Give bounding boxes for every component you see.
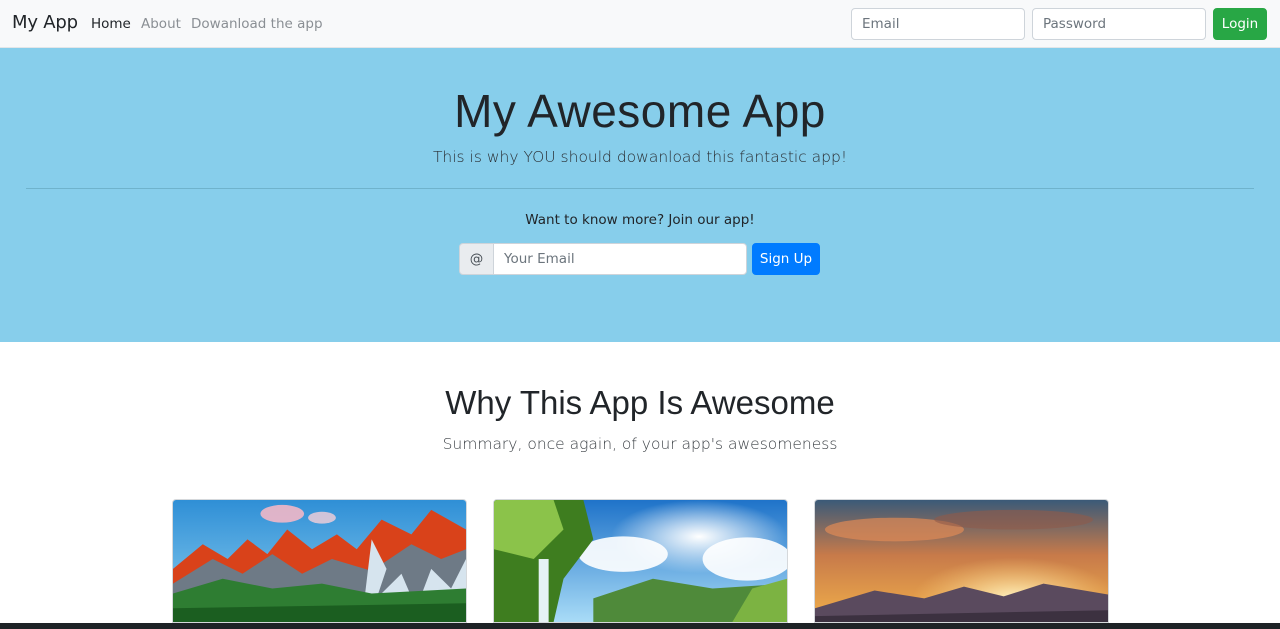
hero-subtitle: This is why YOU should dowanload this fa…	[432, 148, 848, 166]
brand-logo[interactable]: My App	[12, 12, 78, 33]
waterfall-valley-image	[493, 499, 788, 623]
bottom-edge	[0, 623, 1280, 629]
features-subtitle: Summary, once again, of your app's aweso…	[442, 435, 838, 453]
mountain-landscape-image	[172, 499, 467, 623]
email-field[interactable]	[851, 8, 1025, 40]
features-title: Why This App Is Awesome	[445, 384, 835, 421]
hero-title: My Awesome App	[454, 85, 826, 137]
nav-link-about[interactable]: About	[141, 16, 181, 32]
signup-button[interactable]: Sign Up	[752, 243, 820, 275]
sunset-mountains-image	[814, 499, 1109, 623]
login-button[interactable]: Login	[1213, 8, 1267, 40]
hero-divider	[26, 188, 1254, 189]
at-sign-icon: @	[459, 243, 494, 275]
join-prompt: Want to know more? Join our app!	[525, 212, 755, 228]
password-field[interactable]	[1032, 8, 1206, 40]
signup-email-input[interactable]	[493, 243, 747, 275]
hero-section: My Awesome App This is why YOU should do…	[0, 48, 1280, 342]
nav-link-download[interactable]: Dowanload the app	[191, 16, 323, 32]
navbar: My App Home About Dowanload the app Logi…	[0, 0, 1280, 48]
nav-link-home[interactable]: Home	[91, 16, 131, 32]
